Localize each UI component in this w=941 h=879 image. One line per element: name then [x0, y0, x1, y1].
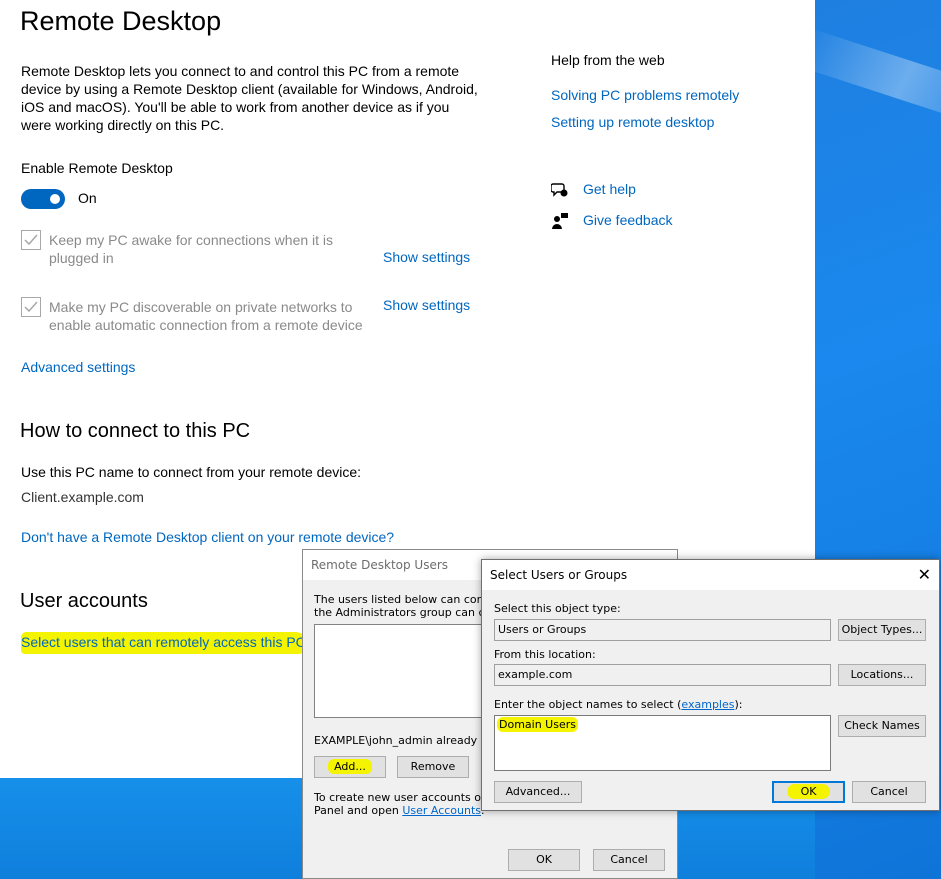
sug-title: Select Users or Groups	[490, 568, 628, 582]
advanced-button[interactable]: Advanced...	[494, 781, 582, 803]
rdu-already-has-text: EXAMPLE\john_admin already has	[314, 734, 501, 747]
show-settings-link-awake[interactable]: Show settings	[383, 249, 470, 265]
object-names-input[interactable]: Domain Users	[494, 715, 831, 771]
select-users-or-groups-dialog: Select Users or Groups ✕ Select this obj…	[481, 559, 940, 811]
sug-titlebar[interactable]: Select Users or Groups ✕	[482, 560, 939, 590]
object-names-label-prefix: Enter the object names to select (	[494, 698, 682, 711]
object-types-button[interactable]: Object Types...	[838, 619, 926, 641]
rdu-cancel-button[interactable]: Cancel	[593, 849, 665, 871]
object-type-label: Select this object type:	[494, 602, 621, 615]
object-names-label-suffix: ):	[734, 698, 743, 711]
toggle-state-label: On	[78, 190, 97, 206]
help-link-setting-up[interactable]: Setting up remote desktop	[551, 114, 714, 130]
enable-remote-desktop-toggle[interactable]	[21, 189, 65, 209]
show-settings-link-discoverable[interactable]: Show settings	[383, 297, 470, 313]
rdu-users-listbox[interactable]	[314, 624, 484, 718]
discoverable-checkbox[interactable]	[21, 297, 41, 317]
user-accounts-heading: User accounts	[20, 590, 148, 612]
no-client-link[interactable]: Don't have a Remote Desktop client on yo…	[21, 529, 394, 545]
get-help-link[interactable]: Get help	[583, 181, 636, 197]
pc-name-prompt: Use this PC name to connect from your re…	[21, 464, 362, 480]
toggle-knob	[50, 194, 60, 204]
object-names-label: Enter the object names to select (exampl…	[494, 698, 742, 711]
rdu-ok-button[interactable]: OK	[508, 849, 580, 871]
page-title: Remote Desktop	[20, 6, 222, 36]
sug-cancel-button[interactable]: Cancel	[852, 781, 926, 803]
enable-remote-desktop-label: Enable Remote Desktop	[21, 160, 173, 176]
location-field: example.com	[494, 664, 831, 686]
keep-awake-checkbox[interactable]	[21, 230, 41, 250]
sug-ok-button[interactable]: OK	[772, 781, 845, 803]
rdu-desc-line1: The users listed below can connect	[314, 593, 508, 606]
rdu-title: Remote Desktop Users	[311, 558, 449, 572]
help-from-web-title: Help from the web	[551, 52, 665, 68]
rdu-add-label: Add...	[328, 759, 372, 774]
wallpaper-light-streak	[815, 26, 941, 134]
how-to-connect-heading: How to connect to this PC	[20, 420, 251, 442]
desktop-wallpaper-bottom-left	[0, 778, 302, 879]
sug-ok-label: OK	[786, 784, 831, 799]
location-label: From this location:	[494, 648, 596, 661]
rdu-add-button[interactable]: Add...	[314, 756, 386, 778]
discoverable-text-line2: enable automatic connection from a remot…	[49, 317, 363, 333]
rdu-remove-button[interactable]: Remove	[397, 756, 469, 778]
close-icon[interactable]: ✕	[918, 565, 931, 584]
object-type-field: Users or Groups	[494, 619, 831, 641]
pc-name-value: Client.example.com	[21, 489, 144, 505]
get-help-icon	[550, 181, 569, 199]
check-icon	[24, 234, 38, 246]
rdu-create-line2: Panel and open User Accounts.	[314, 804, 485, 817]
rdu-create-prefix: Panel and open	[314, 804, 403, 817]
select-users-link-text: Select users that can remotely access th…	[21, 632, 308, 654]
check-names-button[interactable]: Check Names	[838, 715, 926, 737]
locations-button[interactable]: Locations...	[838, 664, 926, 686]
discoverable-text-line1: Make my PC discoverable on private netwo…	[49, 299, 353, 315]
help-link-solving-problems[interactable]: Solving PC problems remotely	[551, 87, 739, 103]
give-feedback-link[interactable]: Give feedback	[583, 212, 673, 228]
intro-text: Remote Desktop lets you connect to and c…	[21, 63, 478, 133]
rdu-user-accounts-link[interactable]: User Accounts	[402, 804, 481, 817]
keep-awake-text-line1: Keep my PC awake for connections when it…	[49, 232, 334, 248]
examples-link[interactable]: examples	[681, 698, 734, 711]
check-icon	[24, 301, 38, 313]
keep-awake-text-line2: plugged in	[49, 250, 114, 266]
object-names-value: Domain Users	[497, 717, 578, 732]
give-feedback-icon	[551, 212, 569, 230]
select-users-link[interactable]: Select users that can remotely access th…	[21, 632, 308, 654]
advanced-settings-link[interactable]: Advanced settings	[21, 359, 135, 375]
